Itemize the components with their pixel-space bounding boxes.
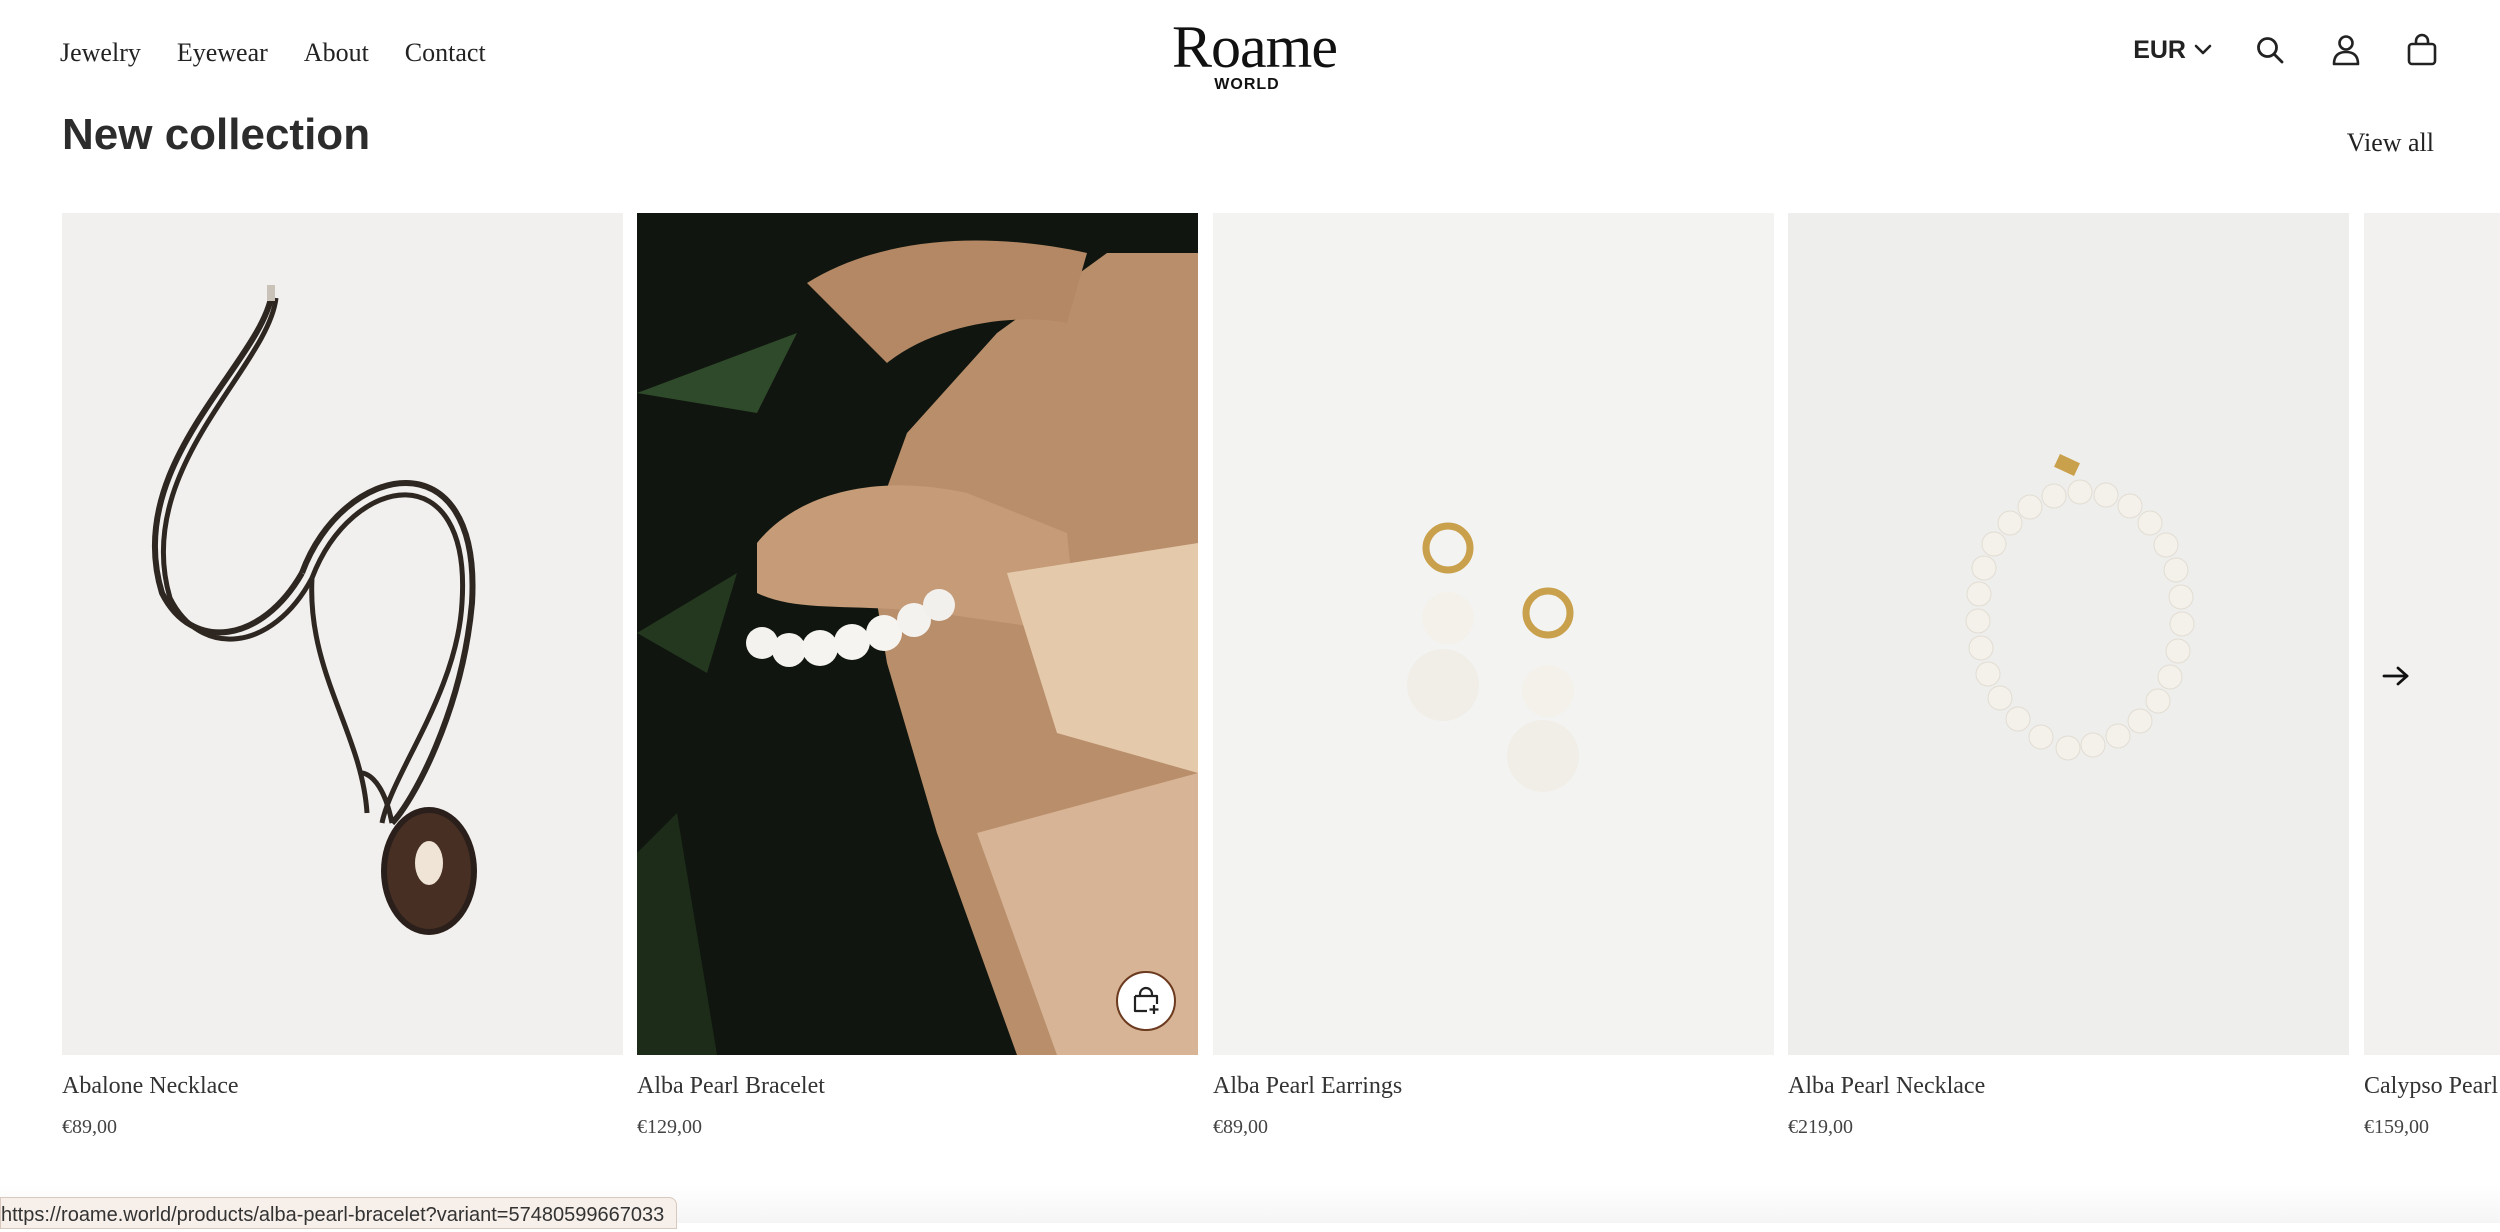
product-price: €159,00 — [2364, 1116, 2429, 1138]
view-all-link[interactable]: View all — [2347, 128, 2434, 158]
link-status-bar: https://roame.world/products/alba-pearl-… — [0, 1197, 678, 1229]
nav-about[interactable]: About — [304, 38, 369, 68]
product-card-alba-pearl-bracelet[interactable]: Alba Pearl Bracelet €129,00 — [637, 213, 1198, 1153]
site-header: Jewelry Eyewear About Contact Roame WORL… — [0, 0, 2500, 110]
header-actions: EUR — [2133, 32, 2440, 68]
account-button[interactable] — [2328, 32, 2364, 68]
search-icon — [2257, 37, 2284, 64]
add-to-cart-icon — [1133, 986, 1159, 1014]
currency-selector[interactable]: EUR — [2133, 36, 2212, 65]
account-icon — [2332, 35, 2360, 66]
product-card-abalone-necklace[interactable]: Abalone Necklace €89,00 — [62, 213, 623, 1153]
product-price: €89,00 — [1213, 1116, 1268, 1138]
necklace-photo — [62, 213, 623, 1055]
pearl-necklace-photo — [1788, 213, 2349, 1055]
product-image[interactable] — [62, 213, 623, 1055]
currency-label: EUR — [2133, 35, 2186, 64]
main-nav: Jewelry Eyewear About Contact — [60, 38, 486, 68]
arrow-right-icon — [2382, 666, 2409, 686]
nav-contact[interactable]: Contact — [405, 38, 486, 68]
nav-eyewear[interactable]: Eyewear — [177, 38, 268, 68]
product-image[interactable] — [637, 213, 1198, 1055]
section-title: New collection — [62, 110, 371, 159]
product-image[interactable] — [1788, 213, 2349, 1055]
earrings-photo — [1213, 213, 1774, 1055]
product-name[interactable]: Alba Pearl Bracelet — [637, 1073, 825, 1100]
carousel-next-button[interactable] — [2376, 656, 2416, 696]
logo[interactable]: Roame WORLD — [1172, 14, 1338, 94]
product-price: €89,00 — [62, 1116, 117, 1138]
product-price: €219,00 — [1788, 1116, 1853, 1138]
product-price: €129,00 — [637, 1116, 702, 1138]
calypso-photo — [2364, 213, 2500, 1055]
product-card-alba-pearl-necklace[interactable]: Alba Pearl Necklace €219,00 — [1788, 213, 2349, 1153]
quick-add-button[interactable] — [1116, 971, 1176, 1031]
product-image[interactable] — [1213, 213, 1774, 1055]
logo-wordmark: Roame — [1172, 14, 1338, 80]
search-button[interactable] — [2252, 32, 2288, 68]
bracelet-photo — [637, 213, 1198, 1055]
cart-button[interactable] — [2404, 32, 2440, 68]
product-card-alba-pearl-earrings[interactable]: Alba Pearl Earrings €89,00 — [1213, 213, 1774, 1153]
product-name[interactable]: Abalone Necklace — [62, 1073, 239, 1100]
product-name[interactable]: Alba Pearl Necklace — [1788, 1073, 1985, 1100]
chevron-down-icon — [2194, 44, 2212, 55]
nav-jewelry[interactable]: Jewelry — [60, 38, 141, 68]
product-image[interactable] — [2364, 213, 2500, 1055]
product-name[interactable]: Calypso Pearl — [2364, 1073, 2498, 1100]
product-name[interactable]: Alba Pearl Earrings — [1213, 1073, 1402, 1100]
product-carousel: Abalone Necklace €89,00 Alba Pearl Brace… — [0, 213, 2500, 1153]
cart-icon — [2407, 33, 2437, 66]
